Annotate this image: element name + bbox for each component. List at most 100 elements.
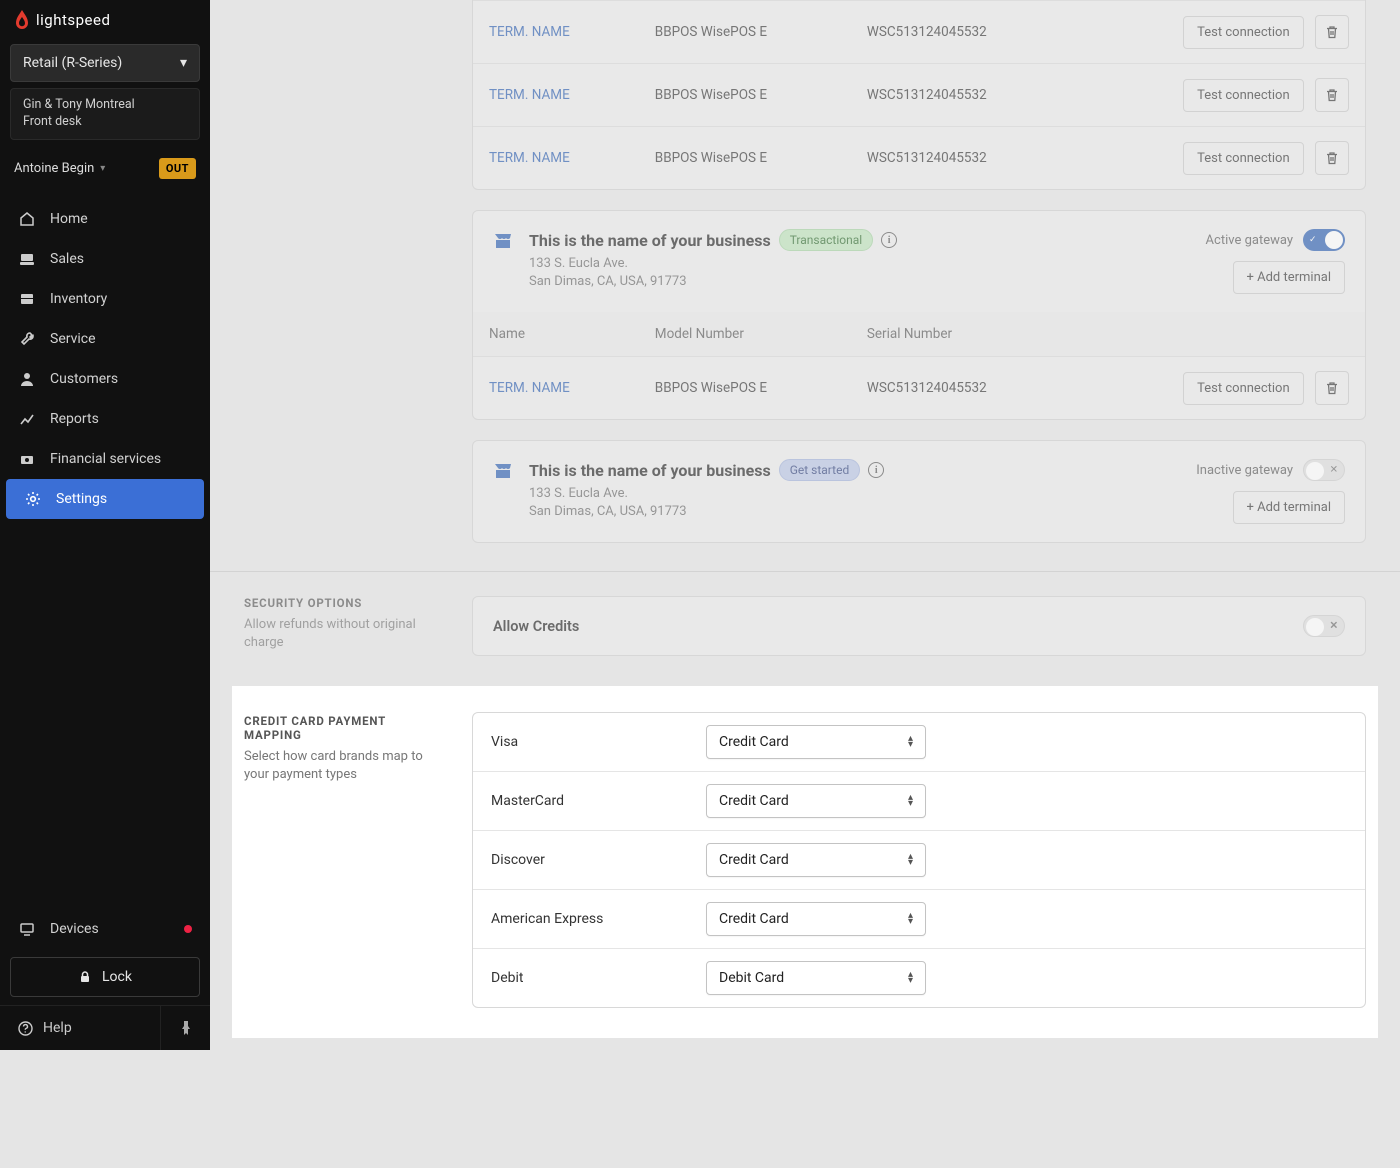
nav-label: Financial services xyxy=(50,451,161,467)
nav-label: Devices xyxy=(50,921,99,937)
user-row: Antoine Begin ▾ OUT xyxy=(0,148,210,195)
gear-icon xyxy=(24,490,42,508)
nav-settings[interactable]: Settings xyxy=(6,479,204,519)
delete-button[interactable] xyxy=(1315,371,1349,405)
store-icon xyxy=(493,461,513,481)
mapping-row: Visa Credit Card ▴▾ xyxy=(473,713,1365,771)
trash-icon xyxy=(1325,151,1339,165)
nav-inventory[interactable]: Inventory xyxy=(0,279,210,319)
lock-icon xyxy=(78,970,92,984)
user-menu[interactable]: Antoine Begin ▾ xyxy=(14,161,105,176)
test-connection-button[interactable]: Test connection xyxy=(1183,16,1304,49)
terminal-name-link[interactable]: TERM. NAME xyxy=(489,150,570,166)
mapping-panel: Visa Credit Card ▴▾ MasterCard Credit Ca… xyxy=(472,712,1366,1008)
nav-label: Sales xyxy=(50,251,84,267)
nav-service[interactable]: Service xyxy=(0,319,210,359)
nav-sales[interactable]: Sales xyxy=(0,239,210,279)
info-icon[interactable]: i xyxy=(881,232,897,248)
terminal-model: BBPOS WisePOS E xyxy=(639,127,851,190)
select-value: Credit Card xyxy=(719,793,789,809)
terminal-name-link[interactable]: TERM. NAME xyxy=(489,87,570,103)
address-line2: San Dimas, CA, USA, 91773 xyxy=(529,273,1190,291)
series-selector[interactable]: Retail (R-Series) ▾ xyxy=(10,44,200,82)
register-icon xyxy=(18,250,36,268)
chevron-down-icon: ▾ xyxy=(100,163,105,174)
nav-label: Settings xyxy=(56,491,107,507)
mapping-row: MasterCard Credit Card ▴▾ xyxy=(473,771,1365,830)
payment-type-select[interactable]: Credit Card ▴▾ xyxy=(706,725,926,759)
section-desc: Select how card brands map to your payme… xyxy=(244,748,444,783)
nav-home[interactable]: Home xyxy=(0,199,210,239)
payment-type-select[interactable]: Debit Card ▴▾ xyxy=(706,961,926,995)
brand: lightspeed xyxy=(0,0,210,38)
payment-type-select[interactable]: Credit Card ▴▾ xyxy=(706,784,926,818)
brand-text: lightspeed xyxy=(36,11,110,29)
business-title: This is the name of your business xyxy=(529,231,771,250)
gateway-toggle[interactable]: ✓ xyxy=(1303,229,1345,251)
delete-button[interactable] xyxy=(1315,15,1349,49)
test-connection-button[interactable]: Test connection xyxy=(1183,372,1304,405)
credit-card-mapping-section: CREDIT CARD PAYMENT MAPPING Select how c… xyxy=(232,686,1378,1038)
test-connection-button[interactable]: Test connection xyxy=(1183,142,1304,175)
chevron-down-icon: ▾ xyxy=(180,55,187,71)
add-terminal-button[interactable]: + Add terminal xyxy=(1233,261,1346,294)
store-icon xyxy=(493,231,513,251)
terminal-name-link[interactable]: TERM. NAME xyxy=(489,380,570,396)
delete-button[interactable] xyxy=(1315,78,1349,112)
terminals-section-top: TERM. NAME BBPOS WisePOS E WSC5131240455… xyxy=(210,0,1400,190)
card-brand-label: American Express xyxy=(491,911,706,927)
select-value: Debit Card xyxy=(719,970,784,986)
status-badge-transactional: Transactional xyxy=(779,229,873,251)
chart-icon xyxy=(18,410,36,428)
address-line1: 133 S. Eucla Ave. xyxy=(529,255,1190,273)
select-caret-icon: ▴▾ xyxy=(908,795,913,807)
gateway-toggle[interactable]: ✕ xyxy=(1303,459,1345,481)
terminal-serial: WSC513124045532 xyxy=(851,64,1074,127)
card-brand-label: Debit xyxy=(491,970,706,986)
nav-label: Service xyxy=(50,331,96,347)
pin-button[interactable] xyxy=(160,1006,210,1050)
home-icon xyxy=(18,210,36,228)
payment-type-select[interactable]: Credit Card ▴▾ xyxy=(706,843,926,877)
location-line2: Front desk xyxy=(23,114,187,131)
col-model: Model Number xyxy=(639,312,851,357)
delete-button[interactable] xyxy=(1315,141,1349,175)
select-caret-icon: ▴▾ xyxy=(908,913,913,925)
sidebar: lightspeed Retail (R-Series) ▾ Gin & Ton… xyxy=(0,0,210,1050)
nav-label: Reports xyxy=(50,411,99,427)
nav: Home Sales Inventory Service Customers R… xyxy=(0,195,210,909)
nav-devices[interactable]: Devices xyxy=(0,909,210,949)
section-heading: SECURITY OPTIONS xyxy=(244,596,444,610)
bank-icon xyxy=(18,450,36,468)
select-caret-icon: ▴▾ xyxy=(908,972,913,984)
select-value: Credit Card xyxy=(719,852,789,868)
test-connection-button[interactable]: Test connection xyxy=(1183,79,1304,112)
col-name: Name xyxy=(473,312,639,357)
terminal-name-link[interactable]: TERM. NAME xyxy=(489,24,570,40)
address-line2: San Dimas, CA, USA, 91773 xyxy=(529,503,1180,521)
payment-type-select[interactable]: Credit Card ▴▾ xyxy=(706,902,926,936)
nav-reports[interactable]: Reports xyxy=(0,399,210,439)
clock-status-badge[interactable]: OUT xyxy=(159,158,196,179)
select-caret-icon: ▴▾ xyxy=(908,854,913,866)
pin-icon xyxy=(180,1021,192,1035)
nav-financial[interactable]: Financial services xyxy=(0,439,210,479)
lock-button[interactable]: Lock xyxy=(10,957,200,997)
card-brand-label: Discover xyxy=(491,852,706,868)
status-badge-get-started[interactable]: Get started xyxy=(779,459,861,481)
terminal-serial: WSC513124045532 xyxy=(851,357,1074,420)
allow-credits-toggle[interactable]: ✕ xyxy=(1303,615,1345,637)
terminal-model: BBPOS WisePOS E xyxy=(639,64,851,127)
location-block[interactable]: Gin & Tony Montreal Front desk xyxy=(10,88,200,140)
card-brand-label: Visa xyxy=(491,734,706,750)
select-caret-icon: ▴▾ xyxy=(908,736,913,748)
nav-customers[interactable]: Customers xyxy=(0,359,210,399)
info-icon[interactable]: i xyxy=(868,462,884,478)
section-heading: CREDIT CARD PAYMENT MAPPING xyxy=(244,714,444,742)
mapping-row: Discover Credit Card ▴▾ xyxy=(473,830,1365,889)
terminal-row: TERM. NAME BBPOS WisePOS E WSC5131240455… xyxy=(473,357,1365,420)
person-icon xyxy=(18,370,36,388)
help-button[interactable]: Help xyxy=(0,1006,160,1050)
add-terminal-button[interactable]: + Add terminal xyxy=(1233,491,1346,524)
section-desc: Allow refunds without original charge xyxy=(244,616,444,651)
